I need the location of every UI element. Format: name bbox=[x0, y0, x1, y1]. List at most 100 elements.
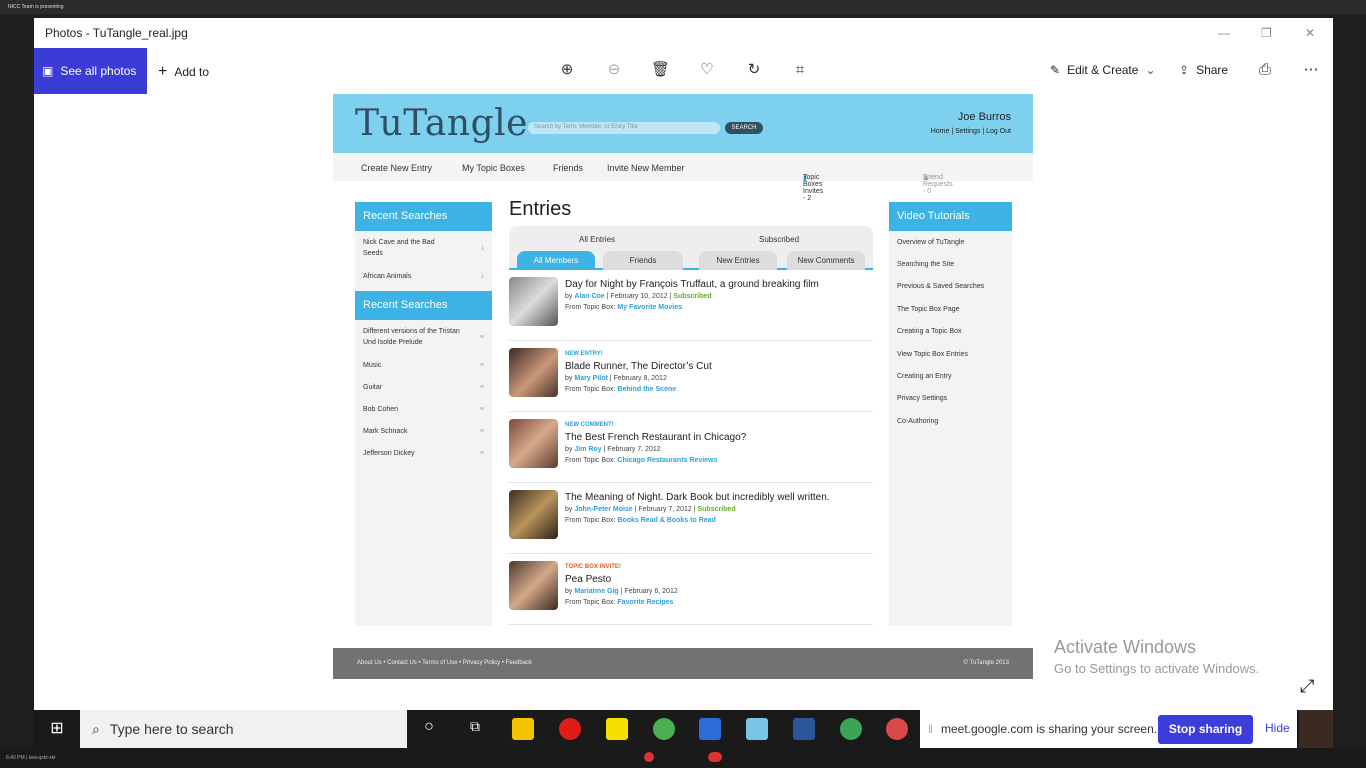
taskbar-search-input[interactable]: ⌕ Type here to search bbox=[80, 710, 407, 748]
entry-author: John-Peter Moise bbox=[574, 506, 633, 513]
list-item: Different versions of the Tristan Und Is… bbox=[355, 320, 492, 354]
zoom-out-icon[interactable]: ⊖ bbox=[605, 61, 623, 79]
entries-panel: Entries All Entries Subscribed All Membe… bbox=[509, 198, 873, 625]
print-icon[interactable]: ⎙ bbox=[1256, 61, 1274, 79]
meet-status-bar: 6:40 PM | kea-qxkt-xkr bbox=[0, 748, 1366, 768]
handle-icon: ≡ bbox=[479, 427, 484, 435]
sharing-message: meet.google.com is sharing your screen. bbox=[940, 722, 1158, 736]
cortana-icon[interactable]: ○ bbox=[418, 718, 440, 740]
site-logo: TuTangle bbox=[355, 103, 528, 144]
share-label: Share bbox=[1196, 63, 1229, 77]
stop-sharing-button[interactable]: Stop sharing bbox=[1158, 715, 1253, 744]
edit-icon: ✎ bbox=[1050, 63, 1061, 77]
by-prefix: by bbox=[565, 588, 573, 595]
add-to-button[interactable]: + Add to bbox=[158, 63, 209, 81]
search-icon: ⌕ bbox=[92, 720, 100, 737]
list-item: Mark Schnack ≡ bbox=[355, 420, 492, 442]
entry-topic-box: Behind the Scene bbox=[617, 386, 677, 393]
friend-requests-label: Friend Requests - 0 bbox=[923, 174, 953, 195]
entry-title: Day for Night by François Truffaut, a gr… bbox=[565, 279, 819, 290]
tab-subscribed: Subscribed bbox=[759, 235, 800, 244]
hide-button[interactable]: Hide bbox=[1265, 721, 1290, 735]
more-icon[interactable]: ⋯ bbox=[1302, 61, 1320, 79]
end-call-icon[interactable] bbox=[708, 752, 722, 762]
list-item: Nick Cave and the Bad Seeds ⤓ bbox=[355, 231, 492, 265]
entry-row: NEW ENTRY! Blade Runner, The Director’s … bbox=[509, 341, 873, 412]
download-icon: ⤓ bbox=[480, 244, 484, 251]
entry-topic-box: My Favorite Movies bbox=[617, 304, 682, 311]
list-item-label: Jefferson Dickey bbox=[363, 449, 415, 457]
tutorial-item: Co-Authoring bbox=[897, 417, 939, 425]
windows-start-icon[interactable]: ⊞ bbox=[34, 710, 80, 748]
restore-icon[interactable]: ❐ bbox=[1261, 26, 1272, 40]
list-item: Jefferson Dickey ≡ bbox=[355, 442, 492, 464]
rotate-icon[interactable]: ↻ bbox=[745, 61, 763, 79]
entry-row: The Meaning of Night. Dark Book but incr… bbox=[509, 483, 873, 554]
photos-window: Photos - TuTangle_real.jpg — ❐ ✕ ▣ See al… bbox=[34, 18, 1333, 710]
site-search-input: Search by Term, Member, or Entry Title bbox=[528, 122, 720, 134]
notes-app-icon[interactable] bbox=[746, 718, 768, 740]
subtab-all-members: All Members bbox=[517, 251, 595, 270]
entry-topic-box: Books Read & Books to Read bbox=[617, 517, 716, 524]
zoom-in-icon[interactable]: ⊕ bbox=[558, 61, 576, 79]
tutorial-item: Creating an Entry bbox=[897, 373, 952, 381]
taskbar: ⊞ ⌕ Type here to search ○ ⧉ ‖ meet.google… bbox=[34, 710, 1333, 748]
entry-row: NEW COMMENT! The Best French Restaurant … bbox=[509, 412, 873, 483]
task-view-icon[interactable]: ⧉ bbox=[464, 718, 486, 740]
list-item-label: Nick Cave and the Bad Seeds bbox=[363, 239, 435, 257]
nav-friends: Friends bbox=[553, 163, 584, 173]
see-all-photos-button[interactable]: ▣ See all photos bbox=[34, 48, 147, 94]
footer-copyright: © TuTangle 2013 bbox=[963, 660, 1009, 666]
delete-icon[interactable]: 🗑 bbox=[651, 61, 670, 79]
entry-date: | February 8, 2012 bbox=[609, 375, 667, 382]
opera-icon[interactable] bbox=[559, 718, 581, 740]
handle-icon: ≡ bbox=[479, 333, 484, 341]
tutorial-item: View Topic Box Entries bbox=[897, 350, 968, 358]
entry-title: Pea Pesto bbox=[565, 574, 612, 585]
subtab-friends: Friends bbox=[603, 251, 683, 270]
sticky-notes-icon[interactable] bbox=[606, 718, 628, 740]
list-item-label: Different versions of the Tristan Und Is… bbox=[363, 328, 460, 346]
meet-status-text: 6:40 PM | kea-qxkt-xkr bbox=[6, 755, 56, 761]
file-explorer-icon[interactable] bbox=[512, 718, 534, 740]
entry-title: The Best French Restaurant in Chicago? bbox=[565, 432, 747, 443]
minimize-icon[interactable]: — bbox=[1218, 26, 1230, 40]
word-icon[interactable] bbox=[793, 718, 815, 740]
drag-handle-icon[interactable]: ‖ bbox=[928, 722, 933, 736]
chrome-icon[interactable] bbox=[653, 718, 675, 740]
tab-all-entries: All Entries bbox=[579, 235, 616, 244]
expand-icon[interactable]: ⤢ bbox=[1300, 676, 1314, 697]
nav-my-topic-boxes: My Topic Boxes bbox=[462, 163, 525, 173]
chevron-down-icon: ⌄ bbox=[1145, 63, 1156, 77]
see-all-label: See all photos bbox=[60, 64, 137, 78]
add-to-label: Add to bbox=[174, 65, 210, 79]
mic-icon[interactable] bbox=[644, 752, 654, 762]
chrome-word-icon[interactable] bbox=[840, 718, 862, 740]
share-button[interactable]: ⇪ Share bbox=[1179, 63, 1228, 77]
close-icon[interactable]: ✕ bbox=[1305, 26, 1315, 40]
gallery-icon: ▣ bbox=[42, 64, 54, 78]
list-item-label: Bob Cohen bbox=[363, 405, 399, 413]
subtab-new-comments: New Comments bbox=[787, 251, 865, 270]
entry-tag: TOPIC BOX INVITE! bbox=[565, 564, 621, 570]
favorite-icon[interactable]: ♡ bbox=[698, 61, 716, 79]
footer-links: About Us • Contact Us • Terms of Use • P… bbox=[357, 660, 533, 666]
list-item: Bob Cohen ≡ bbox=[355, 398, 492, 420]
list-item-label: African Animals bbox=[363, 272, 412, 280]
entries-tabs: All Entries Subscribed bbox=[509, 226, 873, 248]
activate-line1: Activate Windows bbox=[1054, 637, 1197, 657]
subscribed-badge: Subscribed bbox=[697, 506, 736, 513]
right-sidebar: Video Tutorials Overview of TuTangle Sea… bbox=[889, 202, 1012, 626]
entry-row: TOPIC BOX INVITE! Pea Pesto by Marianne … bbox=[509, 554, 873, 625]
crop-icon[interactable]: ⌗ bbox=[791, 61, 809, 79]
list-item: Music ≡ bbox=[355, 354, 492, 376]
entry-author: Mary Pilot bbox=[574, 375, 608, 382]
handle-icon: ≡ bbox=[479, 383, 484, 391]
box-prefix: From Topic Box: bbox=[565, 304, 616, 311]
app-icon[interactable] bbox=[699, 718, 721, 740]
entry-row: Day for Night by François Truffaut, a gr… bbox=[509, 270, 873, 341]
site-header: TuTangle Search by Term, Member, or Entr… bbox=[333, 94, 1033, 153]
edit-create-button[interactable]: ✎ Edit & Create ⌄ bbox=[1050, 63, 1156, 77]
paint-icon[interactable] bbox=[886, 718, 908, 740]
entry-thumbnail bbox=[509, 490, 558, 539]
